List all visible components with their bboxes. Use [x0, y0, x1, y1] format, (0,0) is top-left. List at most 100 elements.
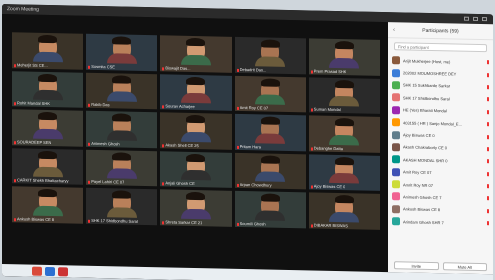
participant-body	[255, 55, 286, 67]
participant-body	[32, 166, 63, 178]
muted-mic-icon	[487, 109, 489, 114]
muted-mic-icon	[310, 185, 313, 189]
muted-mic-icon	[236, 145, 239, 149]
participant-hair	[334, 40, 354, 50]
participant-hair	[334, 156, 354, 165]
chrome-taskbar-icon[interactable]	[32, 266, 42, 276]
avatar	[392, 56, 400, 65]
muted-mic-icon	[310, 146, 313, 151]
participant-hair	[38, 188, 58, 198]
participant-name: Animesh Ghosh CE 7	[403, 194, 442, 201]
video-tile[interactable]: Meherjit SS CE...	[12, 32, 84, 70]
video-tile[interactable]: Ankush Biswas CE 8	[12, 186, 84, 224]
muted-mic-icon	[14, 102, 16, 106]
video-tile[interactable]: DIBAKAR BISWAS	[308, 192, 380, 230]
video-tile[interactable]: Arpan Chowdhury	[234, 152, 306, 190]
video-tile[interactable]: Prem Prasad SHK	[308, 38, 380, 76]
muted-mic-icon	[310, 108, 313, 112]
participant-name: SHK 15 Sukhbarde Sarkar	[403, 82, 451, 89]
participant-search-input[interactable]	[398, 43, 486, 51]
zoom-window: Zoom Meeting Meherjit SS CE... Susmita CS…	[2, 4, 493, 280]
maximize-icon[interactable]	[473, 16, 478, 21]
muted-mic-icon	[14, 63, 16, 67]
participant-hair	[186, 153, 206, 162]
video-tile[interactable]: CARKIT Shekh Bhattacharyy	[12, 147, 84, 185]
tile-participant-name: Debanghe Datta	[313, 145, 343, 151]
video-tile[interactable]: Ajoy Biswas CE 0	[308, 153, 380, 191]
video-tile[interactable]: Susmita CSE	[86, 33, 158, 71]
minimize-icon[interactable]	[464, 16, 469, 21]
participant-name: Arindam Ghosh SHR 7	[403, 219, 444, 226]
participant-row[interactable]: Arindam Ghosh SHR 7	[388, 215, 493, 230]
participant-hair	[334, 194, 354, 204]
participant-hair	[112, 74, 132, 84]
avatar	[392, 192, 400, 201]
avatar	[392, 217, 400, 226]
tile-participant-name: Ajoy Biswas CE 0	[313, 183, 346, 190]
avatar	[392, 130, 400, 139]
participant-name: Arijit Mukherjee (Host, me)	[403, 58, 451, 65]
participant-hair	[186, 191, 206, 201]
participant-body	[106, 168, 137, 179]
video-tile[interactable]: Anjali Ghosh CE	[160, 150, 232, 188]
video-tile[interactable]: Amit Roy CE 07	[234, 75, 306, 113]
muted-mic-icon	[487, 184, 489, 189]
tile-participant-name: Biswajit Das...	[165, 64, 191, 71]
muted-mic-icon	[88, 142, 91, 146]
muted-mic-icon	[487, 196, 489, 201]
tile-participant-name: Rohit Mandal SHK	[17, 100, 50, 107]
close-icon[interactable]	[482, 17, 487, 22]
muted-mic-icon	[162, 220, 165, 224]
video-tile[interactable]: Payel Lahiri CE 07	[86, 149, 158, 187]
tile-participant-name: Animesh Ghosh	[91, 140, 120, 146]
participant-name: Amrit Roy NR 07	[403, 181, 434, 188]
participant-body	[255, 94, 286, 105]
muted-mic-icon	[487, 122, 489, 127]
video-tile[interactable]: SHK 17 Shidbondhu Saral	[86, 187, 158, 225]
tile-participant-name: Shreta Sarkar CE 21	[165, 218, 203, 225]
tile-participant-name: Soumili Ghosh	[239, 220, 266, 227]
participant-body	[255, 132, 286, 144]
video-tile[interactable]: Akash Shell CE 25	[160, 112, 232, 150]
video-tile[interactable]: Shreta Sarkar CE 21	[160, 189, 232, 227]
video-tile[interactable]: Biswajit Das...	[160, 35, 232, 73]
tile-participant-name: Ankush Biswas CE 8	[17, 215, 55, 222]
participant-body	[32, 51, 63, 62]
muted-mic-icon	[162, 66, 165, 70]
muted-mic-icon	[236, 222, 239, 226]
participant-hair	[38, 73, 58, 82]
video-tile[interactable]: Rakib Das	[86, 72, 158, 110]
muted-mic-icon	[487, 134, 489, 139]
participant-hair	[260, 193, 280, 202]
participant-body	[180, 92, 211, 104]
pdf-taskbar-icon[interactable]	[58, 266, 68, 276]
video-tile[interactable]: SOURADEEP SEN	[12, 109, 84, 147]
avatar	[392, 143, 400, 152]
video-tile[interactable]: Debadrit Das...	[234, 36, 306, 74]
participant-name: HE (Yes) Bharati Mondal	[403, 107, 447, 114]
muted-mic-icon	[310, 69, 313, 74]
muted-mic-icon	[14, 179, 16, 183]
participant-hair	[112, 190, 132, 199]
participant-search	[394, 42, 487, 53]
tile-participant-name: Debadrit Das...	[239, 66, 267, 73]
avatar	[392, 118, 400, 127]
muted-mic-icon	[487, 221, 489, 226]
video-tile[interactable]: Sourav Acharjee	[160, 73, 232, 111]
muted-mic-icon	[487, 209, 489, 214]
video-tile[interactable]: Rohit Mandal SHK	[12, 70, 84, 108]
video-tile[interactable]: Pritam Hara	[234, 113, 306, 151]
video-tile[interactable]: Debanghe Datta	[308, 115, 380, 153]
participant-body	[180, 169, 211, 181]
video-tile[interactable]: Suman Mondal	[308, 76, 380, 114]
invite-button[interactable]: Invite	[394, 261, 439, 271]
video-tile[interactable]: Animesh Ghosh	[86, 110, 158, 148]
avatar	[392, 81, 400, 90]
video-tile[interactable]: Soumili Ghosh	[234, 190, 306, 228]
muted-mic-icon	[88, 219, 91, 223]
mute-all-button[interactable]: Mute All	[442, 262, 487, 272]
collapse-icon[interactable]: ‹	[393, 27, 395, 33]
participant-hair	[112, 113, 132, 122]
muted-mic-icon	[14, 217, 16, 221]
zoom-taskbar-icon[interactable]	[45, 266, 55, 276]
